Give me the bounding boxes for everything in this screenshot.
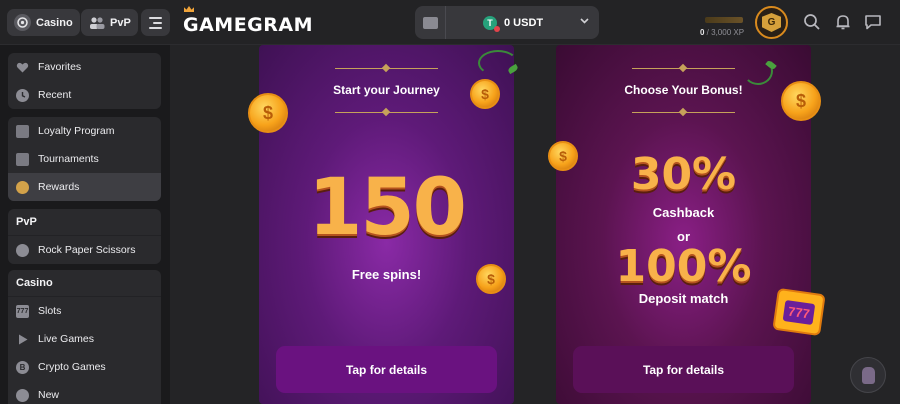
slots-icon: 777: [16, 304, 29, 318]
coin-icon: $: [248, 93, 288, 133]
bitcoin-icon: B: [16, 360, 29, 374]
menu-line-icon: [149, 26, 162, 29]
crown-icon: [184, 6, 194, 12]
cashback-percent: 30%: [630, 149, 737, 200]
search-icon[interactable]: [803, 13, 821, 31]
wallet-icon: [422, 16, 438, 29]
free-spins-amount: 150: [308, 163, 467, 253]
coin-icon: $: [476, 264, 506, 294]
play-icon: [16, 333, 29, 346]
sidebar-item-label: Recent: [38, 89, 72, 101]
clock-icon: [16, 88, 29, 102]
users-icon: [88, 14, 105, 31]
deposit-match-label: Deposit match: [638, 291, 729, 306]
xp-progress-bar: [705, 17, 743, 23]
sidebar: Favorites Recent Loyalty Program Tournam…: [0, 45, 170, 404]
menu-line-icon: [153, 21, 162, 24]
sidebar-item-rock-paper-scissors[interactable]: Rock Paper Scissors: [8, 236, 161, 264]
casino-tab-label: Casino: [36, 16, 73, 29]
top-bar: Casino PvP GAMEGRAM T 0 USDT 0 / 3,000 X…: [0, 0, 900, 45]
xp-total: / 3,000 XP: [704, 28, 745, 37]
gamegram-logo[interactable]: GAMEGRAM: [183, 6, 314, 36]
sidebar-item-live-games[interactable]: Live Games: [8, 325, 161, 353]
sidebar-item-label: New: [38, 389, 60, 401]
coin-icon: $: [781, 81, 821, 121]
xp-text: 0 / 3,000 XP: [700, 28, 744, 37]
sidebar-item-label: Rewards: [38, 181, 80, 193]
ornament-divider: [335, 111, 438, 115]
sidebar-item-label: Live Games: [38, 333, 95, 345]
mascot-icon: [861, 366, 875, 384]
ornament-divider: [632, 67, 735, 71]
heart-icon: [16, 61, 29, 74]
sidebar-item-tournaments[interactable]: Tournaments: [8, 145, 161, 173]
cashback-label: Cashback: [652, 205, 715, 220]
coin-icon: $: [548, 141, 578, 171]
usdt-icon: T: [483, 15, 500, 32]
avatar[interactable]: G: [755, 6, 788, 39]
bell-icon[interactable]: [834, 13, 852, 31]
sidebar-item-rewards[interactable]: Rewards: [8, 173, 161, 201]
casino-tab[interactable]: Casino: [7, 9, 80, 36]
sidebar-group-casino: Casino 777 Slots Live Games B Crypto Gam…: [8, 270, 161, 404]
casino-chip-icon: [14, 14, 31, 31]
sidebar-item-loyalty[interactable]: Loyalty Program: [8, 117, 161, 145]
card-title: Choose Your Bonus!: [624, 83, 743, 97]
sidebar-item-label: Favorites: [38, 61, 82, 73]
slot-777-icon: 777: [772, 287, 826, 337]
choose-bonus-card[interactable]: Choose Your Bonus! 30% Cashback or 100% …: [556, 45, 811, 404]
trophy-icon: [16, 152, 29, 166]
sidebar-item-label: Rock Paper Scissors: [38, 244, 136, 256]
rps-icon: [16, 243, 29, 257]
coin-icon: $: [470, 79, 500, 109]
wallet-button[interactable]: [415, 6, 446, 39]
sidebar-item-label: Loyalty Program: [38, 125, 115, 137]
crown-icon: [16, 124, 29, 138]
chevron-down-icon: [580, 16, 589, 27]
sidebar-item-new[interactable]: New: [8, 381, 161, 404]
sidebar-item-label: Tournaments: [38, 153, 99, 165]
sidebar-group-personal: Favorites Recent: [8, 53, 161, 109]
sidebar-item-label: Crypto Games: [38, 361, 106, 373]
sidebar-item-label: Slots: [38, 305, 62, 317]
sidebar-item-favorites[interactable]: Favorites: [8, 53, 161, 81]
pvp-tab[interactable]: PvP: [81, 9, 138, 36]
rewards-main: Start your Journey 150 Free spins! Tap f…: [170, 45, 900, 404]
sidebar-section-title: Casino: [8, 270, 161, 297]
deposit-match-percent: 100%: [615, 241, 752, 292]
sidebar-section-title: PvP: [8, 209, 161, 236]
support-chat-button[interactable]: [850, 357, 886, 393]
sidebar-item-recent[interactable]: Recent: [8, 81, 161, 109]
sidebar-item-crypto-games[interactable]: B Crypto Games: [8, 353, 161, 381]
sidebar-group-pvp: PvP Rock Paper Scissors: [8, 209, 161, 264]
chat-icon[interactable]: [864, 13, 882, 31]
pvp-tab-label: PvP: [110, 16, 131, 29]
logo-text: GAMEGRAM: [183, 14, 314, 36]
ornament-divider: [632, 111, 735, 115]
ornament-divider: [335, 67, 438, 71]
new-icon: [16, 388, 29, 402]
wallet-balance: 0 USDT: [504, 16, 544, 29]
avatar-badge: G: [762, 13, 781, 32]
wallet-selector[interactable]: T 0 USDT: [415, 6, 599, 39]
tap-for-details-button[interactable]: Tap for details: [276, 346, 497, 393]
rewards-icon: [16, 180, 29, 194]
tap-for-details-button[interactable]: Tap for details: [573, 346, 794, 393]
sidebar-group-rewards: Loyalty Program Tournaments Rewards: [8, 117, 161, 201]
menu-line-icon: [149, 16, 162, 19]
menu-toggle-button[interactable]: [141, 9, 170, 36]
sidebar-item-slots[interactable]: 777 Slots: [8, 297, 161, 325]
